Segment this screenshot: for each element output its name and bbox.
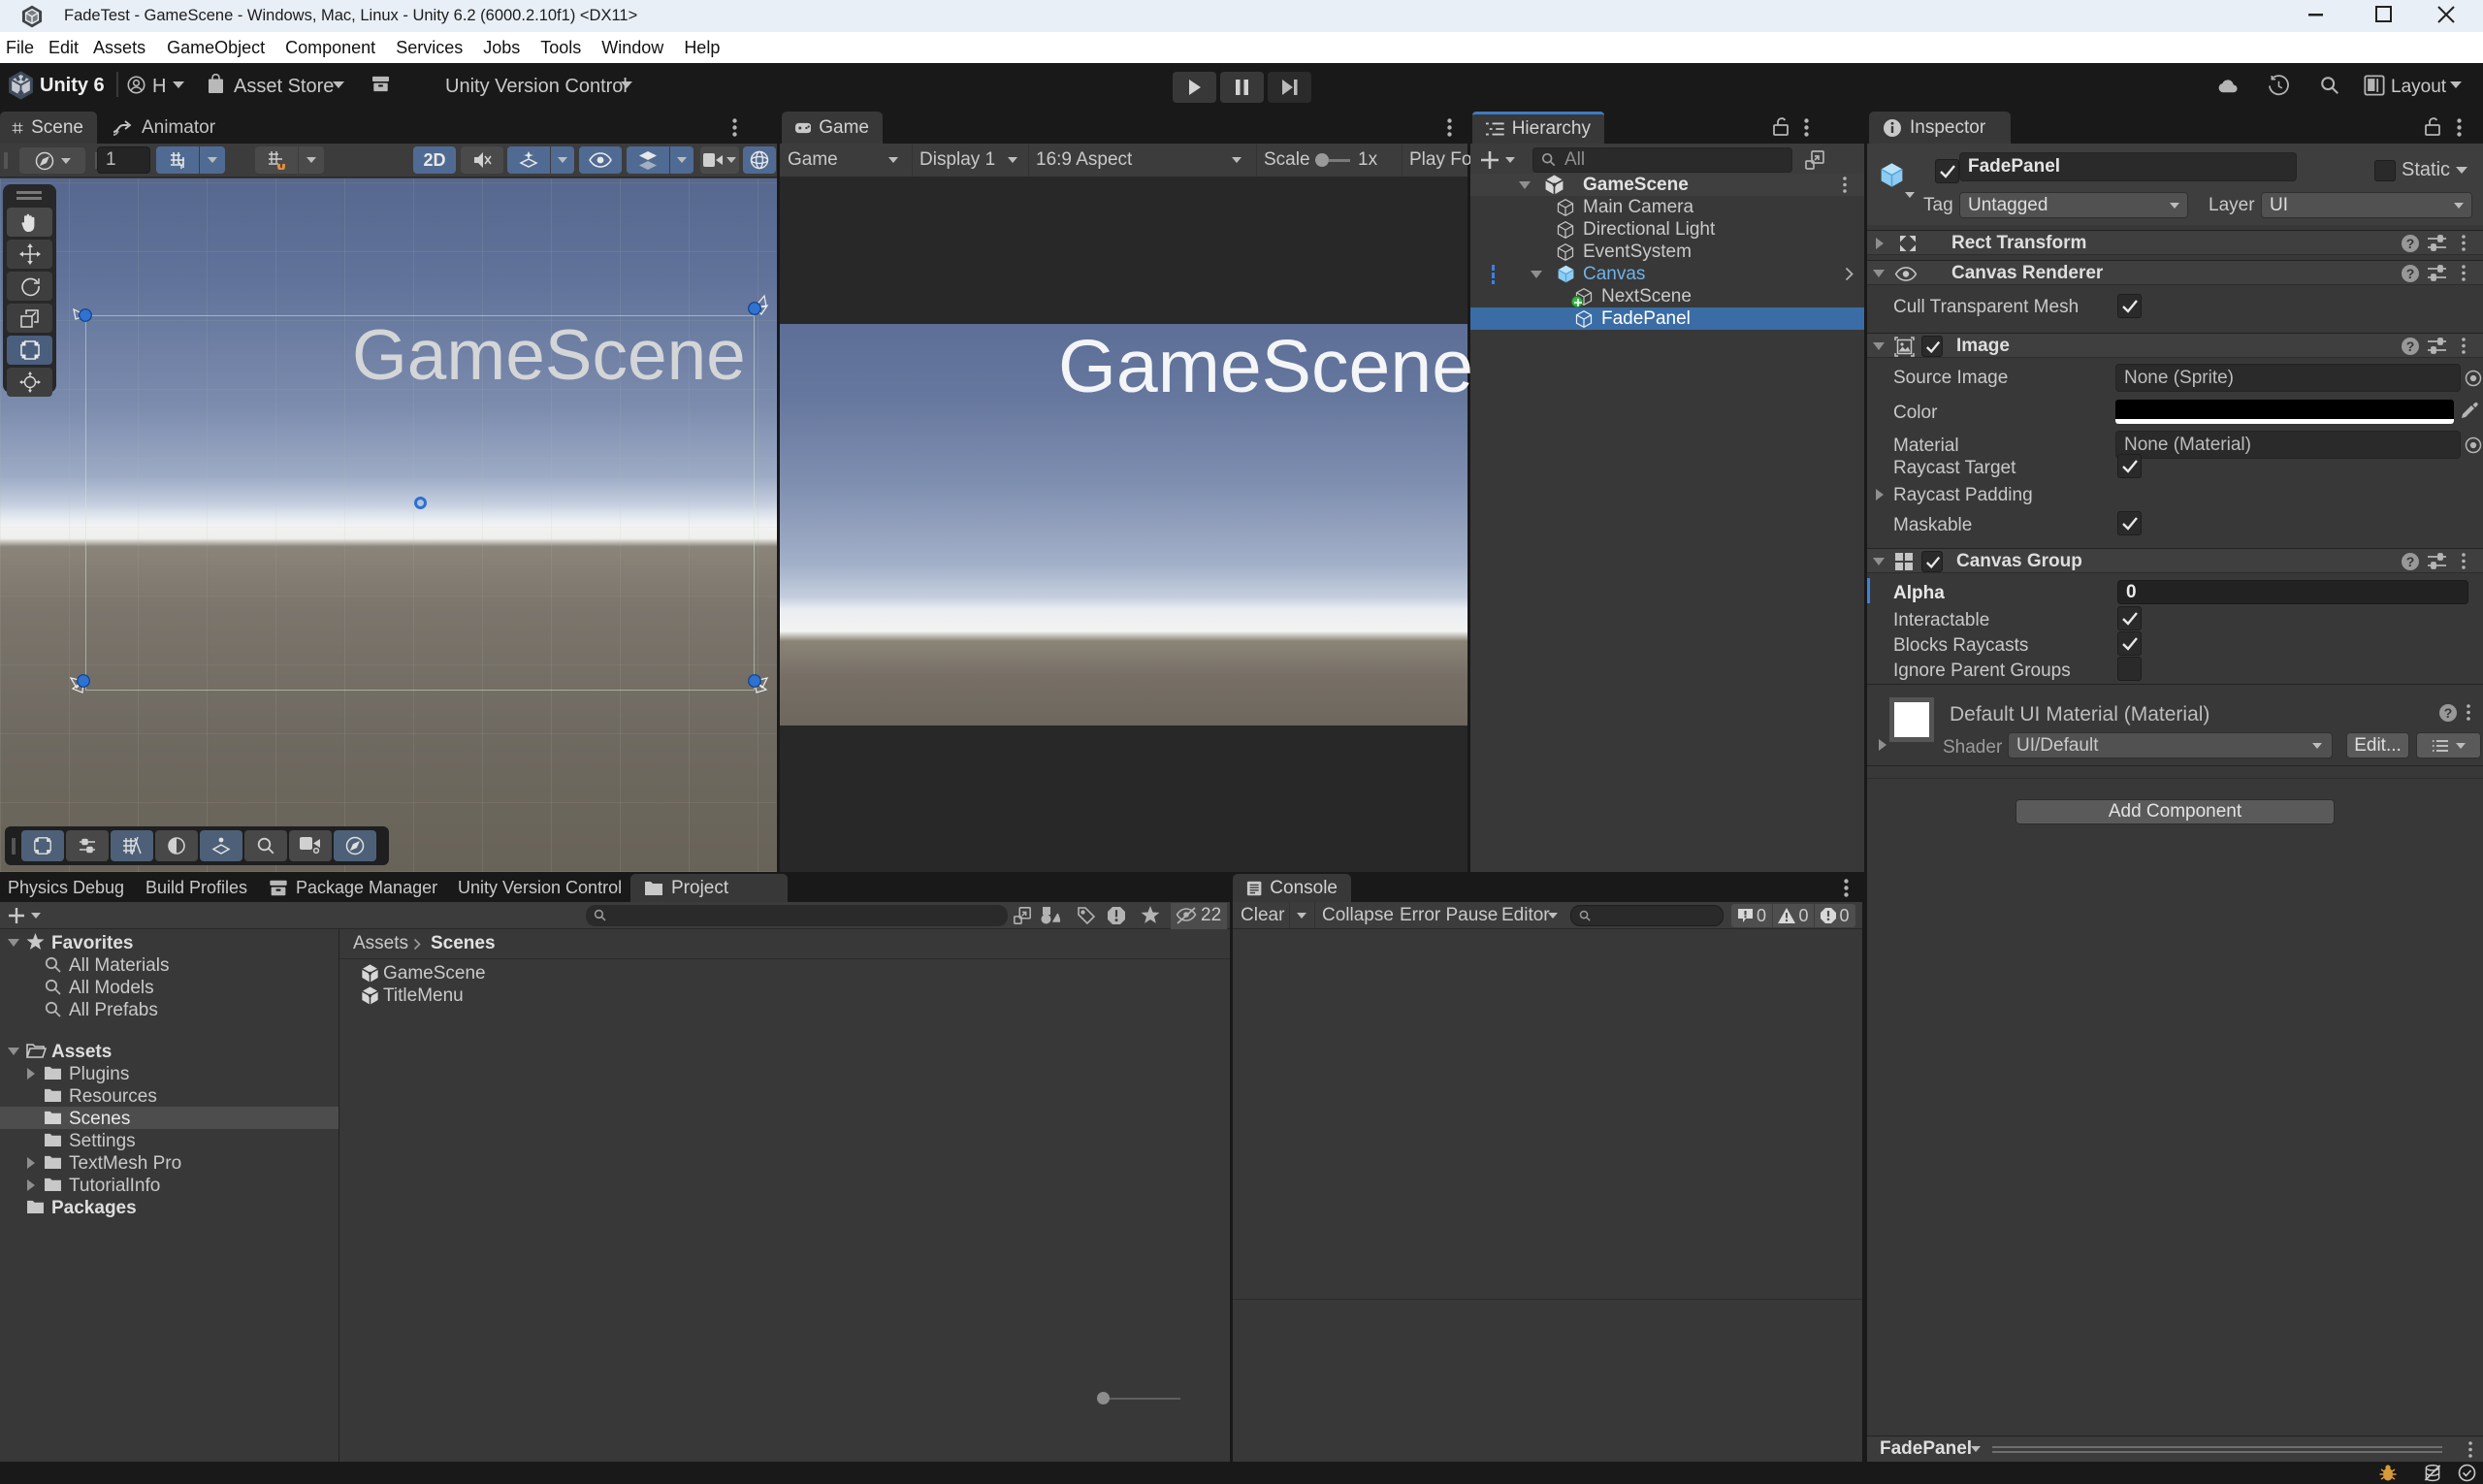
svg-text:?: ? (2406, 554, 2415, 569)
svg-text:?: ? (2406, 236, 2415, 251)
svg-text:Y: Y (178, 161, 184, 170)
svg-text:?: ? (2444, 705, 2453, 721)
svg-text:?: ? (2406, 266, 2415, 281)
svg-text:?: ? (2406, 339, 2415, 354)
